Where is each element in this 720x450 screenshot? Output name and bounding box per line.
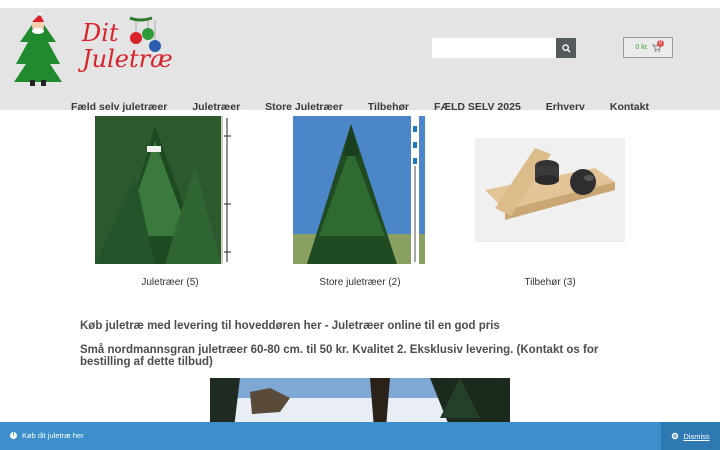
store-notice-message: Køb dit juletræ her — [22, 431, 84, 440]
category-label-store-juletraeer[interactable]: Store juletræer (2) — [280, 277, 440, 288]
forest-photo — [210, 378, 510, 428]
nav-item-faeld-selv-2025[interactable]: FÆLD SELV 2025 — [422, 98, 534, 116]
content-heading-2: Små nordmannsgran juletræer 60-80 cm. ti… — [80, 344, 599, 368]
dismiss-notice-button[interactable]: Dismiss — [661, 422, 720, 450]
dismiss-label: Dismiss — [683, 431, 710, 441]
nav-item-juletraeer[interactable]: Juletræer — [180, 98, 253, 116]
category-label-tilbehoer[interactable]: Tilbehør (3) — [470, 277, 630, 288]
store-notice-bar: i Køb dit juletræ her Dismiss — [0, 422, 720, 450]
content-heading-1: Køb juletræ med levering til hoveddøren … — [80, 320, 500, 332]
cart-button[interactable]: 0 kr. 0 — [623, 37, 673, 58]
search-icon — [561, 43, 571, 53]
site-logo[interactable]: Dit Juletræ — [12, 12, 173, 90]
search-form — [432, 38, 576, 58]
category-label-juletraeer[interactable]: Juletræer (5) — [90, 277, 250, 288]
nav-item-store-juletraeer[interactable]: Store Juletræer — [253, 98, 356, 116]
gear-icon — [672, 432, 679, 440]
site-header: Dit Juletræ 0 kr. 0 Fæld selv juletræer … — [0, 8, 720, 113]
category-image-juletraeer[interactable] — [95, 116, 232, 264]
top-strip — [0, 0, 720, 8]
main-content: Køb juletræ med levering til hoveddøren … — [80, 320, 650, 368]
cart-amount: 0 kr. — [635, 44, 649, 51]
category-image-tilbehoer[interactable] — [475, 138, 625, 242]
search-input[interactable] — [432, 38, 556, 58]
info-icon: i — [10, 432, 17, 439]
category-image-store-juletraeer[interactable] — [293, 116, 425, 264]
logo-text-line1: Dit — [82, 19, 119, 47]
nav-item-faeld-selv-juletraeer[interactable]: Fæld selv juletræer — [59, 98, 180, 116]
nav-item-kontakt[interactable]: Kontakt — [597, 98, 661, 116]
main-navigation: Fæld selv juletræer Juletræer Store Jule… — [0, 98, 720, 116]
nav-item-erhverv[interactable]: Erhverv — [533, 98, 597, 116]
logo-text-line2: Juletræ — [82, 45, 173, 73]
logo-wordmark: Dit Juletræ — [82, 20, 173, 72]
search-button[interactable] — [556, 38, 576, 58]
cart-count-badge: 0 — [657, 40, 664, 47]
nav-item-tilbehoer[interactable]: Tilbehør — [355, 98, 421, 116]
